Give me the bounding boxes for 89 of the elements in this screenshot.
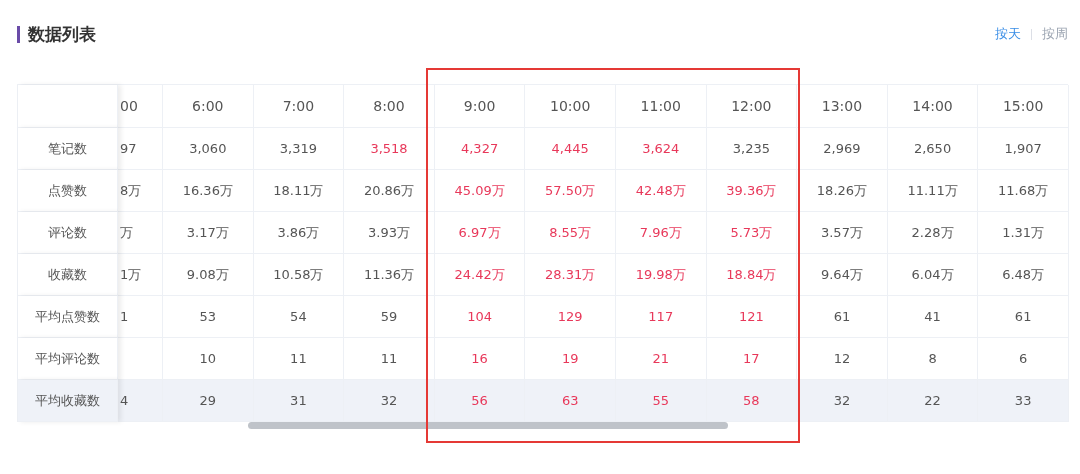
- table-cell: 121: [706, 296, 798, 338]
- column-header: 10:00: [525, 85, 616, 128]
- table-cell: 28.31万: [525, 254, 616, 296]
- table-cell: 24.42万: [434, 254, 526, 296]
- table-cell: 22: [887, 380, 979, 422]
- row-header: 评论数: [18, 212, 118, 254]
- table-cell: 8.55万: [525, 212, 616, 254]
- table-cell: 万: [118, 212, 163, 254]
- column-header: 8:00: [344, 85, 435, 128]
- table-cell: 6.04万: [887, 254, 979, 296]
- table-cell: 61: [797, 296, 888, 338]
- table-cell: 1万: [118, 254, 163, 296]
- table-cell: 61: [978, 296, 1069, 338]
- table-cell: 104: [434, 296, 526, 338]
- table-cell: 57.50万: [525, 170, 616, 212]
- scrollbar-thumb[interactable]: [248, 422, 728, 429]
- table-cell: 3.93万: [344, 212, 435, 254]
- table-cell: 11.11万: [887, 170, 979, 212]
- table-cell: 1.31万: [978, 212, 1069, 254]
- table-cell: 117: [615, 296, 707, 338]
- table-cell: 4,327: [434, 128, 526, 170]
- table-cell: 9.08万: [163, 254, 254, 296]
- table-cell: 3,518: [344, 128, 435, 170]
- table-cell: 56: [434, 380, 526, 422]
- table-cell: 3,624: [615, 128, 707, 170]
- table-cell: 20.86万: [344, 170, 435, 212]
- table-cell: 3,060: [163, 128, 254, 170]
- table-cell: 59: [344, 296, 435, 338]
- table-cell: 3,319: [253, 128, 345, 170]
- table-cell: 129: [525, 296, 616, 338]
- table-cell: 3.17万: [163, 212, 254, 254]
- column-header: 9:00: [434, 85, 526, 128]
- table-cell: 31: [253, 380, 345, 422]
- row-header: 点赞数: [18, 170, 118, 212]
- table-cell: 11.68万: [978, 170, 1069, 212]
- table-cell: 3.86万: [253, 212, 345, 254]
- column-header: 13:00: [797, 85, 888, 128]
- period-tab[interactable]: 按天: [995, 25, 1021, 43]
- table-cell: 3.57万: [797, 212, 888, 254]
- column-header: 00: [118, 85, 163, 128]
- table-cell: 1: [118, 296, 163, 338]
- title-accent-bar: [17, 25, 20, 43]
- section-title: 数据列表: [28, 22, 96, 46]
- table-cell: 5.73万: [706, 212, 798, 254]
- column-header: 14:00: [887, 85, 979, 128]
- table-cell: 53: [163, 296, 254, 338]
- table-cell: 16.36万: [163, 170, 254, 212]
- table-cell: 18.84万: [706, 254, 798, 296]
- table-cell: 18.11万: [253, 170, 345, 212]
- table-cell: 8万: [118, 170, 163, 212]
- table-cell: 9.64万: [797, 254, 888, 296]
- table-cell: 58: [706, 380, 798, 422]
- table-cell: 33: [978, 380, 1069, 422]
- table-cell: 7.96万: [615, 212, 707, 254]
- table-cell: 11.36万: [344, 254, 435, 296]
- table-cell: 18.26万: [797, 170, 888, 212]
- table-cell: 2.28万: [887, 212, 979, 254]
- table-cell: 2,969: [797, 128, 888, 170]
- table-cell: 4,445: [525, 128, 616, 170]
- table-cell: 41: [887, 296, 979, 338]
- table-cell: 1,907: [978, 128, 1069, 170]
- row-header: 收藏数: [18, 254, 118, 296]
- table-cell: 32: [797, 380, 888, 422]
- table-cell: 54: [253, 296, 345, 338]
- row-header: 平均收藏数: [18, 380, 118, 422]
- table-cell: 45.09万: [434, 170, 526, 212]
- table-cell: 63: [525, 380, 616, 422]
- table-cell: 29: [163, 380, 254, 422]
- table-cell: 19.98万: [615, 254, 707, 296]
- table-cell: 42.48万: [615, 170, 707, 212]
- table-cell: 32: [344, 380, 435, 422]
- column-header: 15:00: [978, 85, 1069, 128]
- table-cell: 3,235: [706, 128, 798, 170]
- row-header: 笔记数: [18, 128, 118, 170]
- table-cell: 10.58万: [253, 254, 345, 296]
- column-header: 11:00: [615, 85, 707, 128]
- column-header: 6:00: [163, 85, 254, 128]
- table-cell: 4: [118, 380, 163, 422]
- table-cell: 39.36万: [706, 170, 798, 212]
- table-cell: 6.97万: [434, 212, 526, 254]
- column-header: 7:00: [253, 85, 345, 128]
- period-tab[interactable]: 按周: [1042, 25, 1068, 43]
- table-cell: 6.48万: [978, 254, 1069, 296]
- column-header: 12:00: [706, 85, 798, 128]
- row-header: 平均点赞数: [18, 296, 118, 338]
- table-cell: 55: [615, 380, 707, 422]
- row-header: 平均评论数: [18, 338, 118, 380]
- table-cell: 2,650: [887, 128, 979, 170]
- table-cell: 97: [118, 128, 163, 170]
